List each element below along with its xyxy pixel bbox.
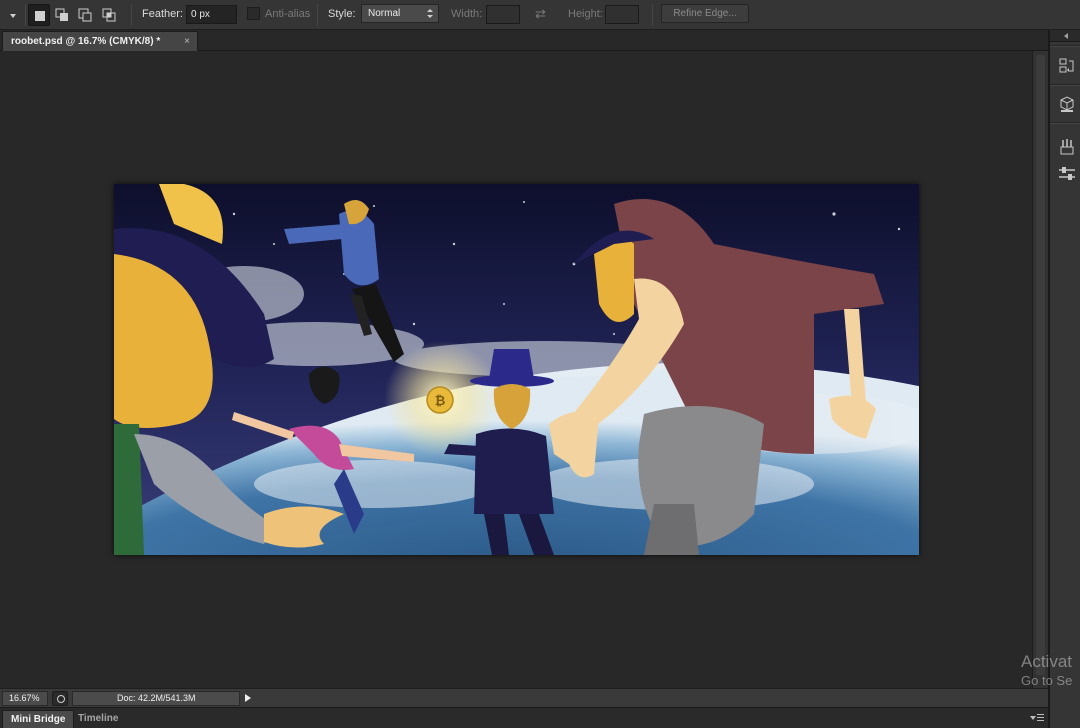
antialias-checkbox[interactable]	[247, 7, 260, 20]
navigator-icon[interactable]	[52, 691, 68, 706]
vertical-scrollbar[interactable]	[1032, 51, 1048, 688]
feather-input[interactable]: 0 px	[186, 5, 237, 24]
width-input[interactable]	[486, 5, 520, 24]
add-to-selection-icon	[55, 8, 68, 21]
document-canvas[interactable]: ₿	[114, 184, 919, 555]
dock-separator	[1050, 84, 1080, 86]
watermark-line-1: Activat	[1021, 652, 1073, 671]
feather-label: Feather:	[142, 8, 183, 20]
swap-dimensions-icon[interactable]: ⇄	[535, 7, 551, 21]
document-size-info: Doc: 42.2M/541.3M	[72, 691, 240, 706]
refine-edge-button[interactable]: Refine Edge...	[661, 4, 749, 23]
select-arrows-icon	[427, 9, 433, 19]
document-tab-bar: roobet.psd @ 16.7% (CMYK/8) * ×	[0, 30, 1048, 51]
toolbar-separator	[25, 4, 26, 26]
svg-text:₿: ₿	[435, 394, 446, 409]
add-to-selection-button[interactable]	[51, 4, 73, 26]
document-tab-title: roobet.psd @ 16.7% (CMYK/8) *	[11, 36, 161, 47]
toolbar-separator	[131, 4, 132, 26]
status-bar: 16.67% Doc: 42.2M/541.3M	[0, 688, 1048, 707]
style-select[interactable]: Normal	[361, 4, 439, 23]
antialias-label: Anti-alias	[265, 8, 311, 20]
toolbar-separator	[652, 4, 653, 26]
toolbar-separator	[317, 4, 318, 26]
style-label: Style:	[328, 8, 356, 20]
close-icon[interactable]: ×	[184, 36, 190, 47]
height-input[interactable]	[605, 5, 639, 24]
dock-separator	[1050, 45, 1080, 47]
tab-mini-bridge[interactable]: Mini Bridge	[2, 710, 75, 728]
intersect-selection-button[interactable]	[98, 4, 120, 26]
new-selection-icon	[35, 11, 45, 21]
marquee-preset-chevron-icon[interactable]	[4, 6, 22, 24]
scrollbar-thumb[interactable]	[1036, 55, 1045, 675]
watermark-line-2: Go to Se	[1021, 673, 1073, 688]
document-tab[interactable]: roobet.psd @ 16.7% (CMYK/8) * ×	[2, 31, 198, 51]
zoom-level-field[interactable]: 16.67%	[2, 691, 48, 706]
options-bar: Feather: 0 px Anti-alias Style: Normal W…	[0, 0, 1080, 30]
status-menu-arrow-icon[interactable]	[241, 691, 255, 706]
new-selection-button[interactable]	[28, 4, 50, 26]
panel-dock	[1050, 30, 1080, 728]
activation-watermark: Activat Go to Se	[1021, 651, 1072, 689]
collapse-dock-icon[interactable]	[1050, 30, 1080, 42]
photoshop-window: Feather: 0 px Anti-alias Style: Normal W…	[0, 0, 1080, 728]
intersect-selection-icon	[102, 8, 116, 22]
bottom-panel-tabs: Mini Bridge Timeline	[0, 707, 1048, 728]
artwork-image: ₿	[114, 184, 919, 555]
brushes-icon[interactable]	[1057, 137, 1077, 157]
panel-menu-icon[interactable]	[1030, 714, 1044, 724]
style-select-value: Normal	[368, 8, 401, 19]
tab-timeline[interactable]: Timeline	[70, 710, 126, 728]
3d-cube-icon[interactable]	[1057, 94, 1077, 114]
width-label: Width:	[451, 8, 483, 20]
dock-separator	[1050, 122, 1080, 124]
height-label: Height:	[568, 8, 603, 20]
subtract-from-selection-icon	[78, 8, 92, 22]
subtract-from-selection-button[interactable]	[74, 4, 96, 26]
adjustments-icon[interactable]	[1057, 164, 1077, 184]
history-icon[interactable]	[1057, 56, 1077, 76]
